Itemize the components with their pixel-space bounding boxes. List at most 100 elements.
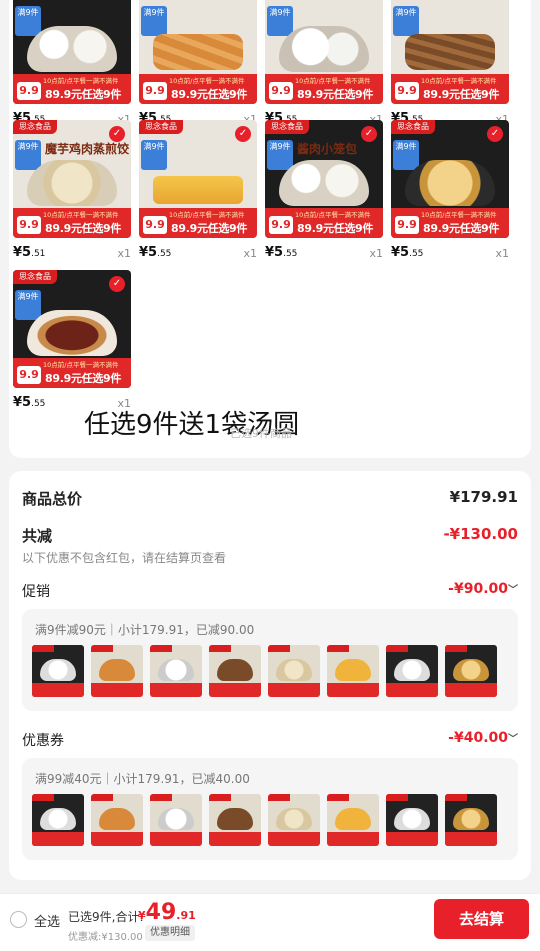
product-title: 魔芋鸡肉蒸煎饺 — [45, 142, 130, 156]
checkout-button[interactable]: 去结算 — [434, 899, 529, 939]
promo-strip: 9.9 10点前/点平餐一满不满件 89.9元任选9件 — [13, 358, 131, 388]
product-image[interactable]: 思念食品 满9件 魔芋鸡肉蒸煎饺 9.9 10点前/点平餐一满不满件 89.9元任选9件 ✓ — [13, 120, 131, 238]
mini-product-thumbnail — [327, 794, 379, 846]
selected-check-icon[interactable]: ✓ — [487, 126, 503, 142]
price-integer: 5 — [22, 245, 32, 260]
selected-check-icon[interactable]: ✓ — [361, 126, 377, 142]
nine-piece-tag: 满9件 — [141, 140, 167, 170]
mini-product-thumbnail — [91, 794, 143, 846]
mini-product-thumbnail — [91, 645, 143, 697]
chevron-down-icon: ﹀ — [508, 734, 518, 745]
brand-tag: 思念食品 — [139, 120, 183, 134]
checkout-bar: 全选 已选9件,合计: ¥49.91 优惠减:¥130.00 优惠明细 去结算 — [0, 893, 540, 951]
product-image[interactable]: 思念食品满9件9.910点前/点平餐一满不满件89.9元任选9件 — [13, 0, 131, 104]
mini-product-thumbnail — [209, 645, 261, 697]
promo-top-text: 10点前/点平餐一满不满件 — [43, 77, 119, 85]
coupon-label: 优惠券 — [22, 733, 64, 749]
food-illustration — [27, 160, 117, 206]
product-image[interactable]: 思念食品 满9件 酱肉小笼包 9.9 10点前/点平餐一满不满件 89.9元任选9件 ✓ — [265, 120, 383, 238]
food-illustration — [27, 310, 117, 356]
price-currency: ¥ — [391, 245, 401, 260]
promo-strip: 9.9 10点前/点平餐一满不满件 89.9元任选9件 — [13, 74, 131, 104]
product-image[interactable]: 思念食品 满9件 9.9 10点前/点平餐一满不满件 89.9元任选9件 ✓ — [391, 120, 509, 238]
food-illustration — [279, 26, 369, 72]
promo-detail: 满9件减90元｜小计179.91，已减90.00 — [35, 623, 255, 637]
cart-product-item[interactable]: 思念食品满9件9.910点前/点平餐一满不满件89.9元任选9件¥5.55x1 — [139, 0, 257, 134]
total-decimal: .91 — [176, 909, 196, 922]
promo-strip: 9.9 10点前/点平餐一满不满件 89.9元任选9件 — [391, 74, 509, 104]
promo-price-badge: 9.9 — [143, 82, 167, 100]
product-quantity: x1 — [243, 247, 257, 260]
promo-main-text: 89.9元任选9件 — [423, 222, 500, 235]
promo-price-badge: 9.9 — [269, 216, 293, 234]
product-image[interactable]: 思念食品满9件 9.9 10点前/点平餐一满不满件 89.9元任选9件 ✓ — [139, 120, 257, 238]
product-meta: ¥5.55 x1 — [391, 238, 509, 268]
mini-product-thumbnail — [209, 794, 261, 846]
coupon-value-toggle[interactable]: -¥40.00﹀ — [448, 730, 518, 746]
product-meta: ¥5.55 x1 — [265, 238, 383, 268]
promo-price-badge: 9.9 — [269, 82, 293, 100]
promo-panel: 满9件减90元｜小计179.91，已减90.00 — [22, 609, 518, 711]
promo-main-text: 89.9元任选9件 — [297, 88, 374, 101]
cart-product-item[interactable]: 思念食品满9件9.910点前/点平餐一满不满件89.9元任选9件¥5.55x1 — [391, 0, 509, 134]
mini-product-thumbnail — [445, 794, 497, 846]
food-illustration — [27, 26, 117, 72]
reduce-label: 共减 — [22, 527, 53, 545]
price-currency: ¥ — [13, 395, 23, 410]
cart-product-item[interactable]: 思念食品 满9件 魔芋鸡肉蒸煎饺 9.9 10点前/点平餐一满不满件 89.9元任选9件 ✓… — [13, 120, 131, 268]
mini-product-thumbnail — [268, 645, 320, 697]
selected-count: 已选9件,合计: — [68, 910, 144, 924]
total-currency: ¥ — [138, 909, 146, 922]
coupon-panel: 满99减40元｜小计179.91，已减40.00 — [22, 758, 518, 860]
select-all-radio[interactable] — [10, 911, 27, 928]
price-summary-card: 商品总价 ¥179.91 共减 -¥130.00 以下优惠不包含红包，请在结算页… — [9, 471, 531, 880]
brand-tag: 思念食品 — [13, 270, 57, 284]
cart-product-item[interactable]: 思念食品 满9件 酱肉小笼包 9.9 10点前/点平餐一满不满件 89.9元任选9件 ✓ ¥5… — [265, 120, 383, 268]
promo-top-text: 10点前/点平餐一满不满件 — [43, 361, 119, 369]
total-price-label: 商品总价 — [22, 490, 83, 508]
promo-strip: 9.9 10点前/点平餐一满不满件 89.9元任选9件 — [139, 208, 257, 238]
promo-value-toggle[interactable]: -¥90.00﹀ — [448, 581, 518, 597]
product-price: ¥5.55 — [139, 245, 171, 260]
reduce-value: -¥130.00 — [443, 525, 518, 543]
mini-product-thumbnail — [386, 645, 438, 697]
product-image[interactable]: 思念食品 满9件 9.9 10点前/点平餐一满不满件 89.9元任选9件 ✓ — [13, 270, 131, 388]
nine-piece-tag: 满9件 — [393, 6, 419, 36]
promo-top-text: 10点前/点平餐一满不满件 — [43, 211, 119, 219]
product-image[interactable]: 思念食品满9件9.910点前/点平餐一满不满件89.9元任选9件 — [391, 0, 509, 104]
cart-product-item[interactable]: 思念食品满9件 9.9 10点前/点平餐一满不满件 89.9元任选9件 ✓ ¥5.55 x1 — [139, 120, 257, 268]
total-amount: ¥49.91 — [138, 900, 196, 925]
mini-product-thumbnail — [327, 645, 379, 697]
price-integer: 5 — [400, 245, 410, 260]
select-all-label[interactable]: 全选 — [34, 911, 60, 930]
nine-piece-tag: 满9件 — [15, 6, 41, 36]
product-meta: ¥5.51 x1 — [13, 238, 131, 268]
product-image[interactable]: 思念食品满9件9.910点前/点平餐一满不满件89.9元任选9件 — [139, 0, 257, 104]
selected-check-icon[interactable]: ✓ — [109, 126, 125, 142]
product-image[interactable]: 思念食品满9件9.910点前/点平餐一满不满件89.9元任选9件 — [265, 0, 383, 104]
product-price: ¥5.55 — [391, 245, 423, 260]
promo-top-text: 10点前/点平餐一满不满件 — [295, 211, 371, 219]
cart-product-item[interactable]: 思念食品 满9件 9.9 10点前/点平餐一满不满件 89.9元任选9件 ✓ ¥5.55 x1 — [13, 270, 131, 418]
cart-product-item[interactable]: 思念食品 满9件 9.9 10点前/点平餐一满不满件 89.9元任选9件 ✓ ¥5.55 x1 — [391, 120, 509, 268]
mini-product-thumbnail — [150, 794, 202, 846]
promo-main-text: 89.9元任选9件 — [45, 222, 122, 235]
selected-check-icon[interactable]: ✓ — [109, 276, 125, 292]
promo-value: -¥90.00 — [448, 581, 508, 597]
product-quantity: x1 — [369, 247, 383, 260]
cart-product-item[interactable]: 思念食品满9件9.910点前/点平餐一满不满件89.9元任选9件¥5.55x1 — [265, 0, 383, 134]
promo-price-badge: 9.9 — [395, 82, 419, 100]
cart-product-item[interactable]: 思念食品满9件9.910点前/点平餐一满不满件89.9元任选9件¥5.55x1 — [13, 0, 131, 134]
product-quantity: x1 — [117, 247, 131, 260]
coupon-value: -¥40.00 — [448, 730, 508, 746]
discount-detail-button[interactable]: 优惠明细 — [145, 925, 195, 941]
promo-price-badge: 9.9 — [17, 366, 41, 384]
brand-tag: 思念食品 — [13, 120, 57, 134]
promo-top-text: 10点前/点平餐一满不满件 — [421, 77, 497, 85]
price-currency: ¥ — [13, 245, 23, 260]
product-meta: ¥5.55 x1 — [139, 238, 257, 268]
chevron-down-icon: ﹀ — [508, 585, 518, 596]
promo-price-badge: 9.9 — [143, 216, 167, 234]
nine-piece-tag: 满9件 — [141, 6, 167, 36]
selected-check-icon[interactable]: ✓ — [235, 126, 251, 142]
